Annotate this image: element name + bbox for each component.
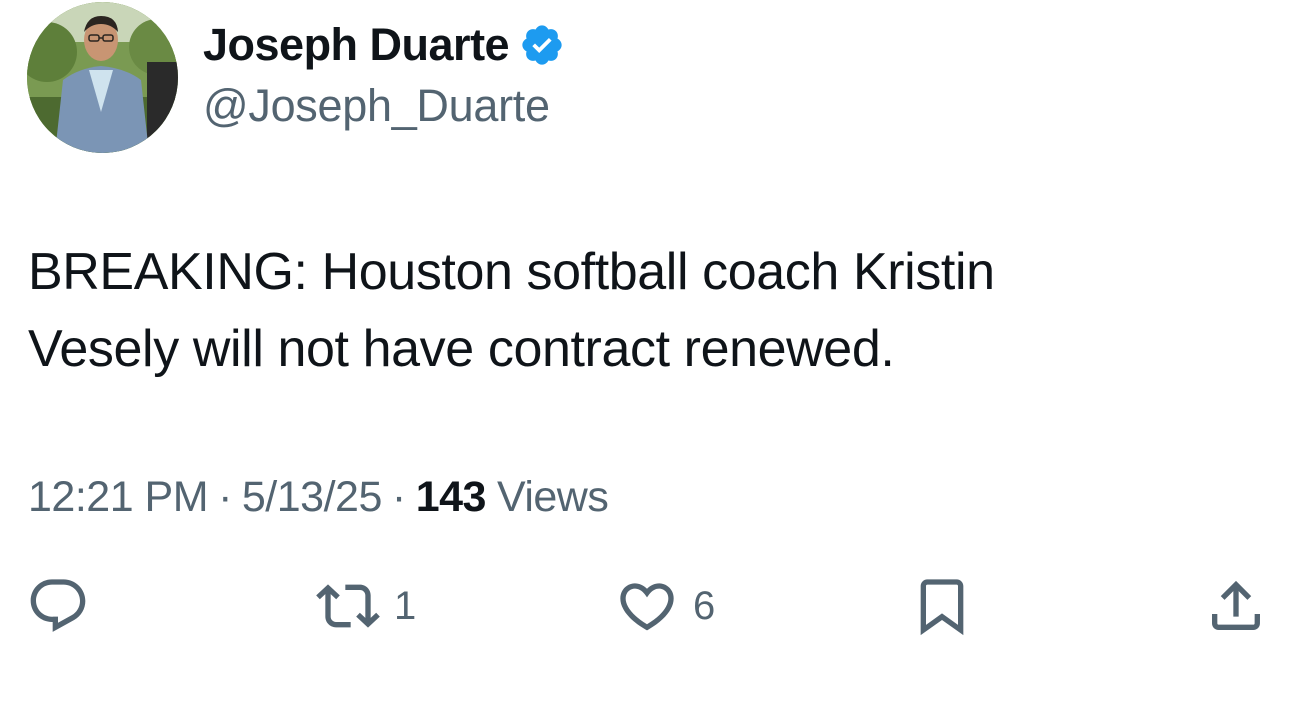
views-label: Views <box>496 472 609 521</box>
tweet-text: BREAKING: Houston softball coach Kristin… <box>28 234 1228 388</box>
share-icon <box>1212 580 1260 630</box>
author-display-name[interactable]: Joseph Duarte <box>203 19 510 71</box>
views-count: 143 <box>415 472 487 521</box>
share-button[interactable] <box>1204 570 1268 642</box>
retweet-button[interactable]: 1 <box>316 570 416 642</box>
tweet-text-line: Vesely will not have contract renewed. <box>28 320 895 378</box>
verified-badge-icon <box>519 22 565 68</box>
meta-separator: · <box>391 472 406 521</box>
tweet-meta: 12:21 PM · 5/13/25 · 143 Views <box>28 467 609 527</box>
author-name-row: Joseph Duarte <box>203 14 565 76</box>
tweet: Joseph Duarte @Joseph_Duarte BREAKING: H… <box>0 0 1290 727</box>
like-count: 6 <box>693 583 716 628</box>
bookmark-button[interactable] <box>910 570 974 642</box>
avatar[interactable] <box>27 2 178 153</box>
like-button[interactable]: 6 <box>615 570 715 642</box>
bookmark-icon <box>920 579 964 636</box>
tweet-time[interactable]: 12:21 PM <box>28 473 209 522</box>
reply-icon <box>30 579 86 632</box>
retweet-count: 1 <box>394 583 417 628</box>
tweet-date[interactable]: 5/13/25 <box>242 473 382 522</box>
author-handle[interactable]: @Joseph_Duarte <box>203 80 550 132</box>
action-bar: 1 6 <box>0 570 1290 642</box>
reply-button[interactable] <box>26 570 90 642</box>
profile-photo-icon <box>27 2 178 153</box>
heart-icon <box>620 583 674 631</box>
retweet-icon <box>316 584 380 628</box>
meta-separator: · <box>218 472 232 521</box>
tweet-text-line: BREAKING: Houston softball coach Kristin <box>28 243 995 301</box>
